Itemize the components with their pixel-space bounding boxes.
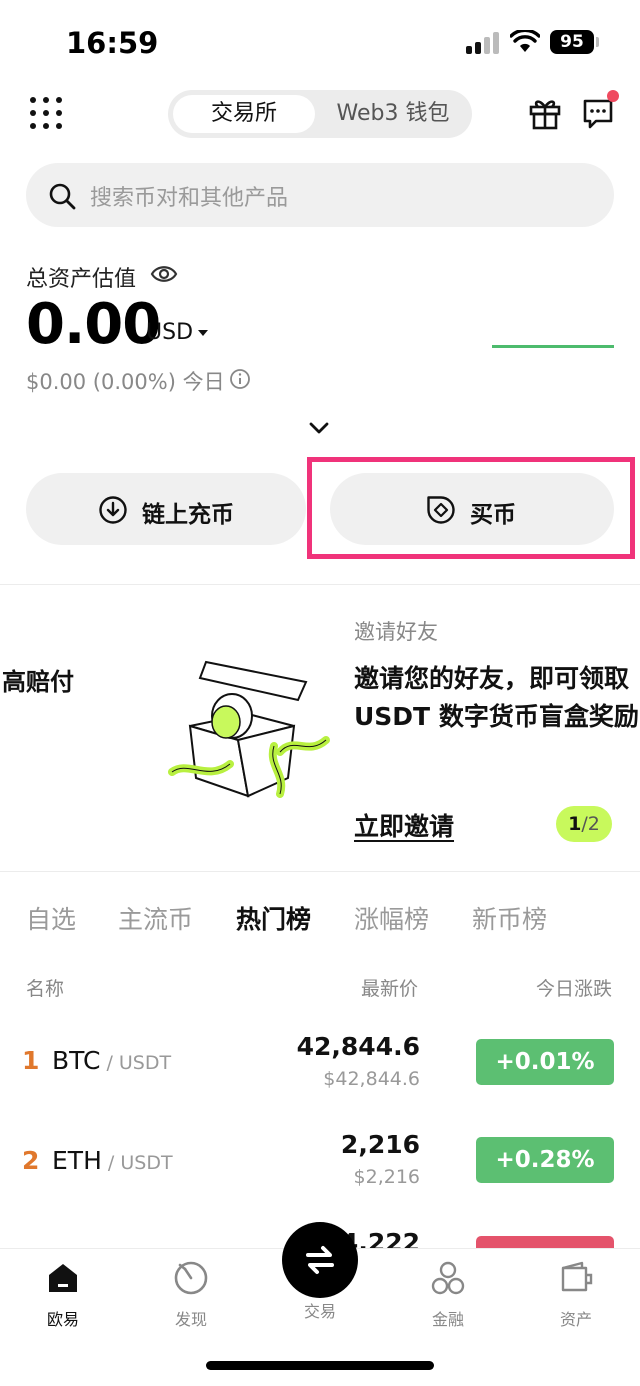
gift-box-illustration — [168, 660, 330, 798]
base-symbol: BTC — [52, 1046, 101, 1075]
segment-exchange[interactable]: 交易所 — [173, 95, 315, 133]
finance-icon — [431, 1261, 465, 1295]
chevron-down-icon[interactable] — [308, 420, 330, 436]
onchain-deposit-button[interactable]: 链上充币 — [26, 473, 306, 545]
cellular-signal-icon — [466, 32, 502, 54]
total-assets-value: 0.00 — [26, 292, 161, 357]
last-price-usd: $2,216 — [353, 1166, 420, 1188]
assets-sparkline — [492, 345, 614, 348]
gift-icon[interactable] — [527, 95, 563, 131]
discover-icon — [174, 1261, 208, 1295]
base-symbol: ETH — [52, 1146, 102, 1175]
rank: 1 — [22, 1046, 40, 1075]
wallet-icon — [561, 1261, 593, 1292]
invite-text-line-2: USDT 数字货币盲盒奖励 — [354, 702, 639, 731]
nav-label: 金融 — [431, 1310, 464, 1329]
tab-new-listings[interactable]: 新币榜 — [472, 900, 547, 936]
table-row[interactable]: 2 ETH / USDT 2,216 $2,216 +0.28% — [0, 1118, 640, 1208]
tab-gainers[interactable]: 涨幅榜 — [354, 900, 429, 936]
banner-prev-title: 高赔付 — [2, 668, 74, 696]
eye-icon[interactable] — [150, 263, 178, 285]
column-last-price: 最新价 — [361, 978, 419, 1000]
notification-dot — [607, 90, 619, 102]
banner-pager: 1/2 — [556, 806, 612, 842]
pair-name: BTC / USDT — [52, 1046, 171, 1075]
tab-mainstream[interactable]: 主流币 — [118, 900, 193, 936]
invite-tag: 邀请好友 — [354, 620, 438, 644]
last-price: 2,216 — [340, 1130, 420, 1159]
nav-label: 交易 — [303, 1302, 336, 1321]
nav-label: 资产 — [559, 1310, 592, 1329]
nav-trade[interactable]: 交易 — [265, 1298, 375, 1322]
menu-grid-icon[interactable] — [30, 97, 62, 129]
wifi-icon — [510, 30, 540, 52]
invite-text-line-1: 邀请您的好友，即可领取 — [354, 664, 630, 693]
quote-symbol: / USDT — [100, 1052, 172, 1074]
search-placeholder[interactable]: 搜索币对和其他产品 — [90, 180, 288, 212]
last-price: 42,844.6 — [296, 1032, 420, 1061]
rank: 2 — [22, 1146, 40, 1175]
tab-hot[interactable]: 热门榜 — [236, 900, 311, 936]
last-price-usd: $42,844.6 — [323, 1068, 420, 1090]
highlight-frame — [307, 457, 635, 559]
total-assets-label: 总资产估值 — [26, 267, 137, 292]
nav-assets[interactable]: 资产 — [521, 1258, 631, 1330]
pair-name: ETH / USDT — [52, 1146, 173, 1175]
column-name: 名称 — [26, 978, 65, 1000]
segment-web3-wallet[interactable]: Web3 钱包 — [318, 95, 468, 133]
caret-down-icon[interactable] — [198, 330, 208, 336]
trade-fab-button[interactable] — [282, 1222, 358, 1298]
pager-total: /2 — [581, 813, 600, 835]
deposit-label: 链上充币 — [142, 502, 234, 528]
info-icon[interactable] — [229, 368, 251, 390]
pager-current: 1 — [568, 813, 582, 835]
home-icon — [49, 1264, 77, 1292]
home-indicator — [206, 1361, 434, 1370]
invite-now-link[interactable]: 立即邀请 — [354, 807, 454, 843]
swap-icon — [306, 1246, 334, 1274]
currency-selector[interactable]: USD — [146, 320, 193, 345]
search-icon — [49, 183, 76, 210]
status-time: 16:59 — [66, 26, 159, 60]
quote-symbol: / USDT — [101, 1152, 173, 1174]
daily-change: $0.00 (0.00%) 今日 — [26, 370, 225, 394]
change-badge[interactable]: +0.01% — [476, 1039, 614, 1085]
nav-discover[interactable]: 发现 — [136, 1258, 246, 1330]
divider — [0, 871, 640, 872]
table-row[interactable]: 1 BTC / USDT 42,844.6 $42,844.6 +0.01% — [0, 1020, 640, 1110]
column-daily-change: 今日涨跌 — [536, 978, 613, 1000]
tab-favorites[interactable]: 自选 — [26, 900, 76, 936]
nav-label: 欧易 — [46, 1310, 79, 1329]
change-badge[interactable]: +0.28% — [476, 1137, 614, 1183]
download-icon — [99, 496, 127, 524]
nav-label: 发现 — [174, 1310, 207, 1329]
divider — [0, 584, 640, 585]
nav-finance[interactable]: 金融 — [393, 1258, 503, 1330]
battery-tip — [596, 37, 599, 47]
invite-description: 邀请您的好友，即可领取 USDT 数字货币盲盒奖励 — [354, 660, 640, 736]
nav-home[interactable]: 欧易 — [8, 1258, 118, 1330]
battery-icon: 95 — [550, 30, 594, 54]
